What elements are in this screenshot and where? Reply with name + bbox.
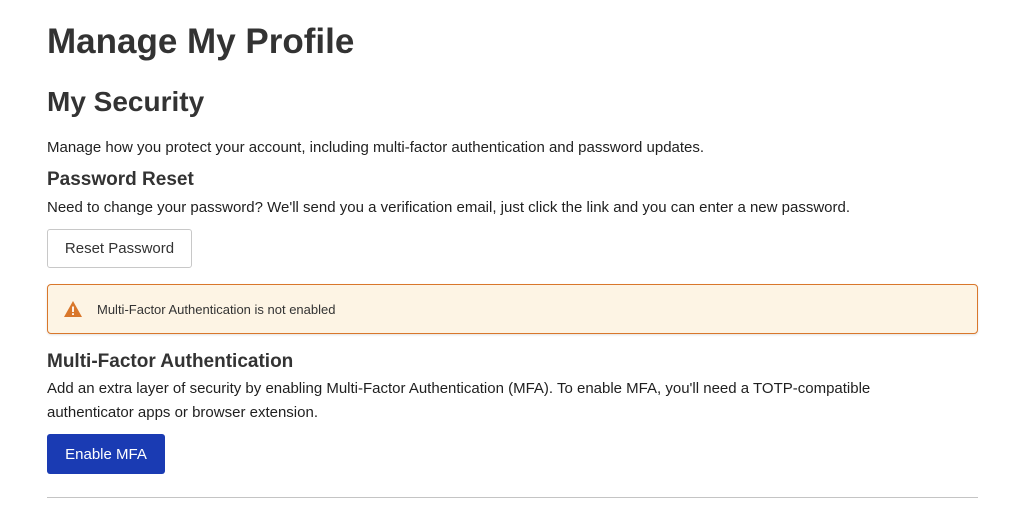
reset-password-button[interactable]: Reset Password [47, 229, 192, 268]
mfa-warning-alert: Multi-Factor Authentication is not enabl… [47, 284, 978, 334]
mfa-title: Multi-Factor Authentication [47, 351, 294, 372]
security-section-title: My Security [47, 86, 205, 117]
alert-text: Multi-Factor Authentication is not enabl… [97, 301, 336, 317]
password-reset-description: Need to change your password? We'll send… [47, 199, 851, 216]
password-reset-title: Password Reset [47, 169, 194, 190]
mfa-description-line1: Add an extra layer of security by enabli… [47, 380, 871, 397]
warning-triangle-icon [63, 300, 83, 318]
security-description: Manage how you protect your account, inc… [47, 139, 705, 156]
enable-mfa-button[interactable]: Enable MFA [47, 434, 165, 474]
section-divider [47, 497, 978, 498]
page-title: Manage My Profile [47, 22, 355, 61]
mfa-description-line2: authenticator apps or browser extension. [47, 404, 318, 421]
manage-profile-page: Manage My Profile My Security Manage how… [0, 0, 1014, 514]
